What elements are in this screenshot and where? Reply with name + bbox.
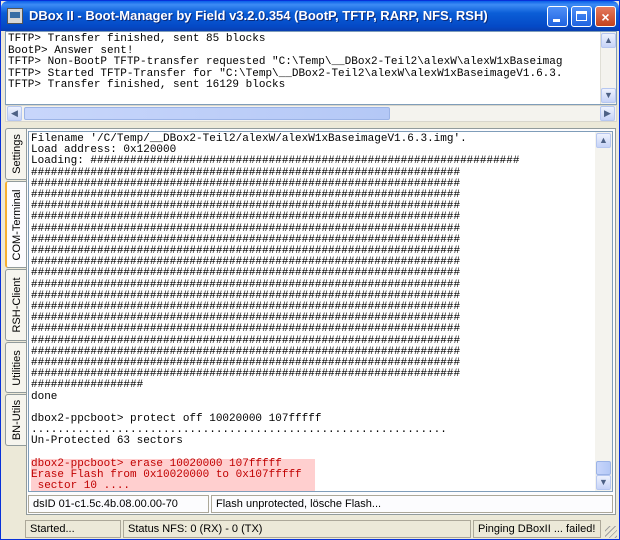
tab-bn-utils[interactable]: BN-Utils xyxy=(5,394,27,446)
resize-grip-icon[interactable] xyxy=(605,526,617,538)
log-vertical-scrollbar[interactable]: ▲ ▼ xyxy=(600,32,616,104)
log-text: TFTP> Transfer finished, sent 85 blocks B… xyxy=(6,32,616,92)
side-tab-strip: Settings COM-Terminal RSH-Client Utiliti… xyxy=(5,128,27,450)
close-icon: × xyxy=(601,8,610,25)
terminal-line: Un-Protected 63 sectors xyxy=(31,435,183,448)
scroll-thumb[interactable] xyxy=(24,107,390,120)
tab-settings[interactable]: Settings xyxy=(5,128,27,180)
terminal-text: Filename '/C/Temp/__DBox2-Teil2/alexW/al… xyxy=(29,132,612,491)
scroll-thumb[interactable] xyxy=(596,461,611,475)
status-nfs: Status NFS: 0 (RX) - 0 (TX) xyxy=(123,520,471,538)
scroll-down-icon[interactable]: ▼ xyxy=(601,88,616,103)
tab-utilities[interactable]: Utilities xyxy=(5,342,27,393)
dsid-field: dsID 01-c1.5c.4b.08.00.00-70 xyxy=(28,495,209,513)
status-left: Started... xyxy=(25,520,121,538)
scroll-up-icon[interactable]: ▲ xyxy=(601,33,616,48)
terminal-line: Loading: ###############################… xyxy=(31,155,520,168)
terminal-line: ########################################… xyxy=(31,323,461,336)
terminal-scrollbar[interactable]: ▲ ▼ xyxy=(595,132,612,491)
minimize-icon xyxy=(553,19,560,22)
app-icon[interactable] xyxy=(7,8,23,24)
status-ping: Pinging DBoxII ... failed! xyxy=(473,520,601,538)
status-bar: Started... Status NFS: 0 (RX) - 0 (TX) P… xyxy=(1,518,619,540)
terminal-highlight-line: sector 10 .... xyxy=(31,481,612,491)
maximize-button[interactable] xyxy=(571,6,592,27)
main-window: DBox II - Boot-Manager by Field v3.2.0.3… xyxy=(0,0,620,540)
window-title: DBox II - Boot-Manager by Field v3.2.0.3… xyxy=(29,8,488,23)
info-bar: dsID 01-c1.5c.4b.08.00.00-70 Flash unpro… xyxy=(28,495,613,513)
log-line: TFTP> Transfer finished, sent 16129 bloc… xyxy=(8,79,286,92)
minimize-button[interactable] xyxy=(547,6,568,27)
scroll-left-icon[interactable]: ◀ xyxy=(7,106,22,121)
tab-com-terminal[interactable]: COM-Terminal xyxy=(5,181,27,268)
terminal-line: done xyxy=(31,390,58,403)
terminal-line: ########################################… xyxy=(31,267,461,280)
title-bar[interactable]: DBox II - Boot-Manager by Field v3.2.0.3… xyxy=(1,1,619,31)
scroll-up-icon[interactable]: ▲ xyxy=(596,133,611,148)
terminal-output[interactable]: Filename '/C/Temp/__DBox2-Teil2/alexW/al… xyxy=(28,131,613,492)
scroll-right-icon[interactable]: ▶ xyxy=(600,106,615,121)
close-button[interactable]: × xyxy=(595,6,616,27)
maximize-icon xyxy=(576,11,587,21)
terminal-line: ########################################… xyxy=(31,211,461,224)
info-message: Flash unprotected, lösche Flash... xyxy=(211,495,613,513)
scroll-down-icon[interactable]: ▼ xyxy=(596,475,611,490)
tab-rsh-client[interactable]: RSH-Client xyxy=(5,269,27,341)
log-horizontal-scrollbar[interactable]: ◀ ▶ xyxy=(5,105,617,122)
log-line: TFTP> Transfer finished, sent 85 blocks xyxy=(8,33,266,45)
terminal-line: ################# xyxy=(31,379,144,392)
log-output[interactable]: TFTP> Transfer finished, sent 85 blocks B… xyxy=(5,31,617,105)
